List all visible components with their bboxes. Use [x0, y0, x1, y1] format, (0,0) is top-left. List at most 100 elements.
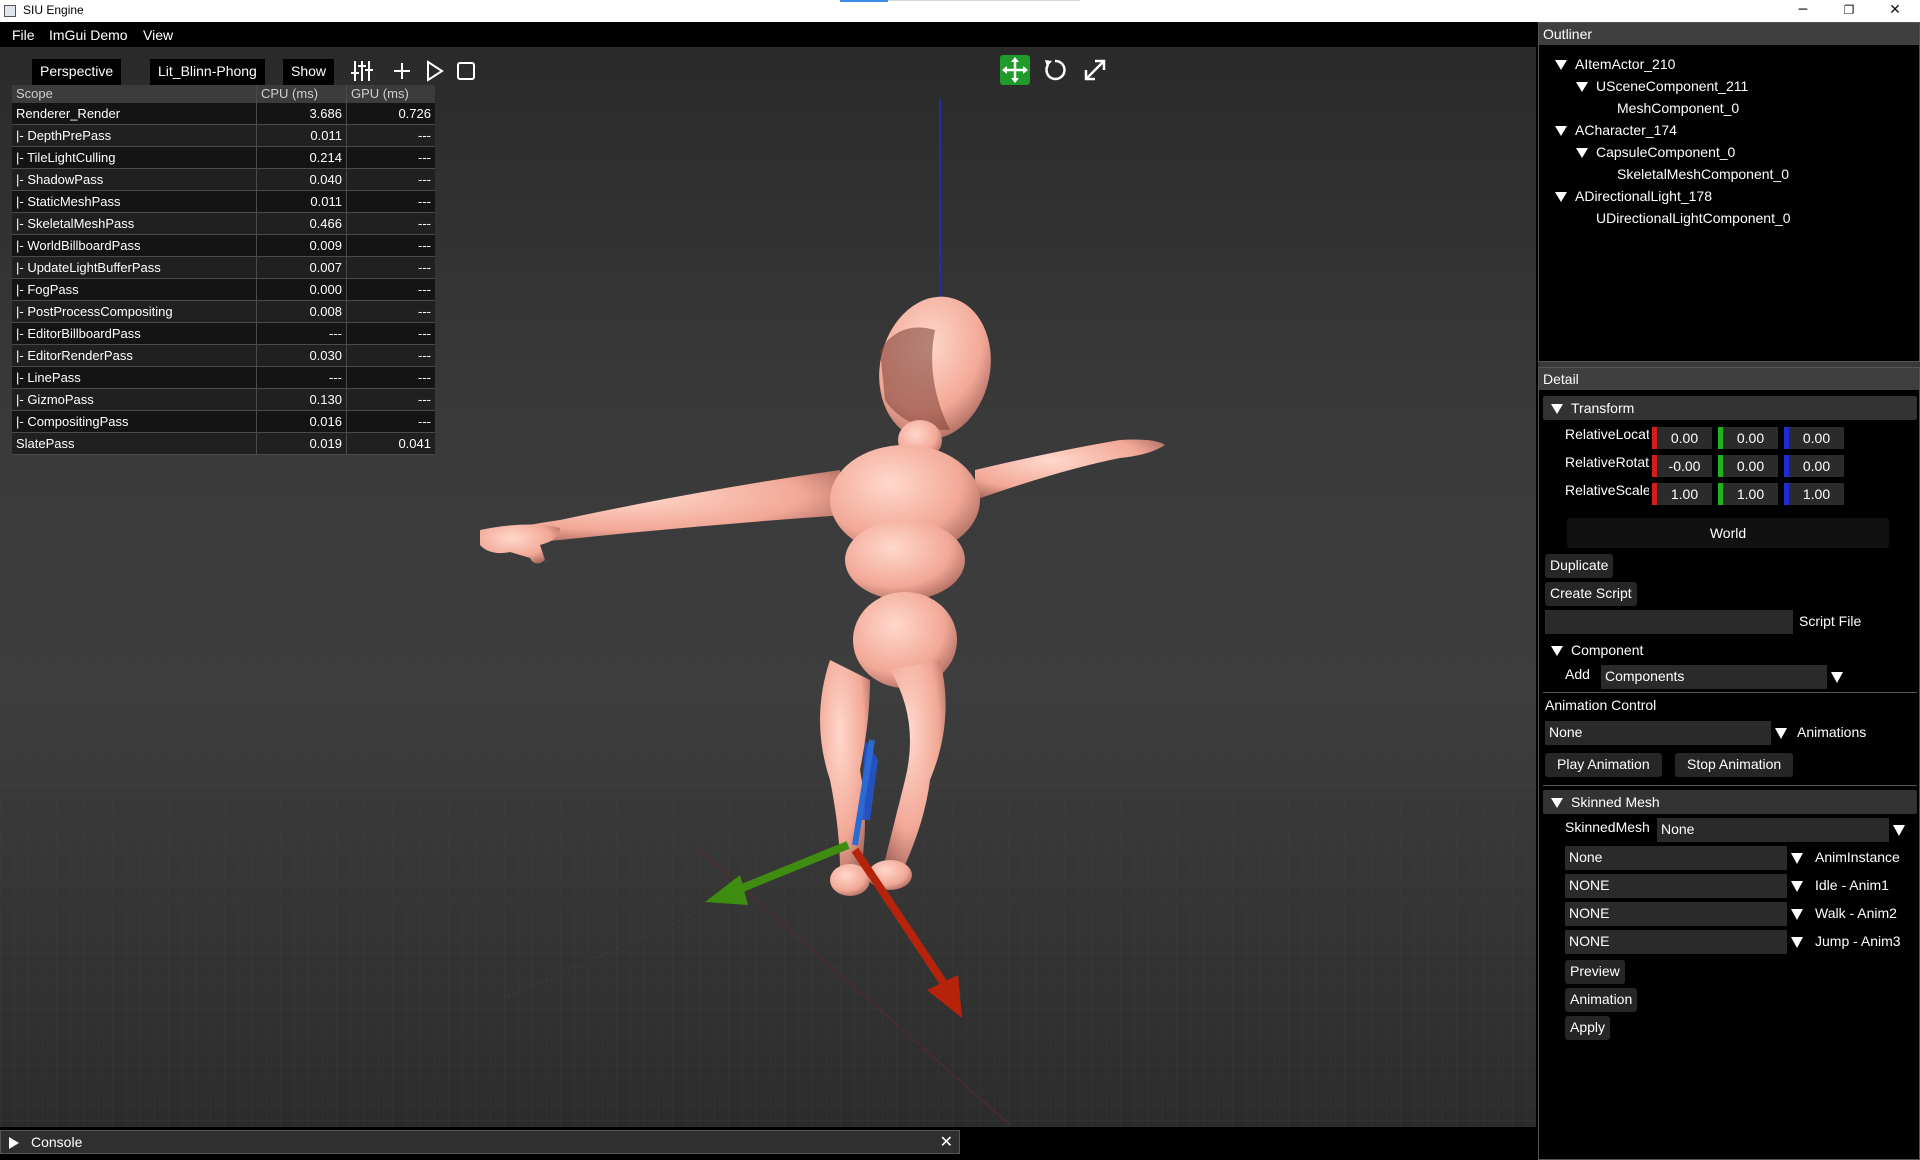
- header-gpu: GPU (ms): [351, 86, 409, 101]
- expand-console-icon[interactable]: [9, 1137, 19, 1149]
- cpu-cell: ---: [257, 367, 347, 388]
- expand-arrow-icon[interactable]: [1576, 148, 1588, 159]
- skinned-mesh-section-header[interactable]: Skinned Mesh: [1543, 790, 1917, 814]
- tree-item-label: MeshComponent_0: [1617, 100, 1740, 116]
- gpu-cell: ---: [418, 172, 431, 187]
- apply-button[interactable]: Apply: [1565, 1016, 1611, 1040]
- chevron-down-icon[interactable]: [1771, 721, 1791, 745]
- cpu-cell: 0.008: [257, 301, 347, 322]
- menu-file[interactable]: File: [12, 27, 35, 43]
- tree-item[interactable]: ADirectionalLight_178: [1555, 188, 1712, 204]
- expand-arrow-icon[interactable]: [1555, 192, 1567, 203]
- duplicate-button[interactable]: Duplicate: [1545, 554, 1614, 578]
- rotation-x-field[interactable]: -0.00: [1652, 455, 1712, 477]
- skinned-mesh-dropdown[interactable]: None: [1657, 818, 1889, 842]
- jump-anim-dropdown[interactable]: NONE: [1565, 930, 1787, 954]
- scope-cell: |- TileLightCulling: [12, 147, 257, 168]
- detail-title: Detail: [1539, 368, 1919, 390]
- scope-cell: |- CompositingPass: [12, 411, 257, 432]
- scale-z-field[interactable]: 1.00: [1784, 483, 1844, 505]
- expand-arrow-icon: [1551, 404, 1563, 415]
- gpu-cell: ---: [418, 348, 431, 363]
- chevron-down-icon[interactable]: [1787, 930, 1807, 954]
- restore-button[interactable]: ❐: [1826, 0, 1872, 22]
- table-row: |- StaticMeshPass 0.011 ---: [12, 191, 435, 213]
- tree-item-label: AItemActor_210: [1575, 56, 1676, 72]
- chevron-down-icon[interactable]: [1827, 665, 1847, 689]
- gpu-cell: ---: [418, 370, 431, 385]
- component-section-header[interactable]: Component: [1543, 638, 1917, 662]
- animation-button[interactable]: Animation: [1565, 988, 1638, 1012]
- script-file-input[interactable]: [1545, 610, 1793, 634]
- tree-item[interactable]: UDirectionalLightComponent_0: [1596, 210, 1791, 226]
- gpu-cell: ---: [418, 392, 431, 407]
- chevron-down-icon[interactable]: [1787, 874, 1807, 898]
- tab-shading-mode[interactable]: Lit_Blinn-Phong: [150, 59, 265, 85]
- table-row: |- ShadowPass 0.040 ---: [12, 169, 435, 191]
- gpu-cell: ---: [418, 128, 431, 143]
- cpu-cell: 0.009: [257, 235, 347, 256]
- expand-arrow-icon[interactable]: [1576, 82, 1588, 93]
- expand-arrow-icon[interactable]: [1555, 60, 1567, 71]
- table-row: |- GizmoPass 0.130 ---: [12, 389, 435, 411]
- transform-section-header[interactable]: Transform: [1543, 396, 1917, 420]
- world-space-button[interactable]: World: [1567, 518, 1889, 548]
- anim-instance-dropdown[interactable]: None: [1565, 846, 1787, 870]
- tree-item[interactable]: SkeletalMeshComponent_0: [1617, 166, 1789, 182]
- translate-tool-button[interactable]: [1000, 55, 1030, 85]
- chevron-down-icon[interactable]: [1889, 818, 1909, 842]
- scale-x-field[interactable]: 1.00: [1652, 483, 1712, 505]
- plus-icon[interactable]: [389, 58, 415, 84]
- menu-imgui-demo[interactable]: ImGui Demo: [49, 27, 128, 43]
- rotation-z-field[interactable]: 0.00: [1784, 455, 1844, 477]
- scope-cell: SlatePass: [12, 433, 257, 454]
- console-bar[interactable]: Console ✕: [0, 1130, 960, 1154]
- location-z-field[interactable]: 0.00: [1784, 427, 1844, 449]
- tree-item[interactable]: AItemActor_210: [1555, 56, 1675, 72]
- tree-item[interactable]: USceneComponent_211: [1576, 78, 1748, 94]
- gpu-cell: ---: [418, 326, 431, 341]
- add-component-dropdown[interactable]: Components: [1601, 665, 1827, 689]
- minimize-button[interactable]: ─: [1780, 0, 1826, 22]
- sliders-icon[interactable]: [349, 58, 375, 84]
- stop-animation-button[interactable]: Stop Animation: [1675, 753, 1794, 777]
- tree-item[interactable]: ACharacter_174: [1555, 122, 1677, 138]
- preview-button[interactable]: Preview: [1565, 960, 1625, 984]
- menu-view[interactable]: View: [143, 27, 173, 43]
- scale-y-field[interactable]: 1.00: [1718, 483, 1778, 505]
- stop-icon[interactable]: [453, 58, 479, 84]
- chevron-down-icon[interactable]: [1787, 846, 1807, 870]
- rotate-tool-button[interactable]: [1040, 55, 1070, 85]
- scope-cell: |- LinePass: [12, 367, 257, 388]
- tree-item[interactable]: CapsuleComponent_0: [1576, 144, 1735, 160]
- table-row: |- PostProcessCompositing 0.008 ---: [12, 301, 435, 323]
- profiler-stats-table: Scope CPU (ms) GPU (ms) Renderer_Render 3…: [12, 85, 435, 455]
- tree-item-label: ACharacter_174: [1575, 122, 1677, 138]
- gpu-cell: ---: [418, 194, 431, 209]
- app-icon: [4, 5, 16, 17]
- location-y-field[interactable]: 0.00: [1718, 427, 1778, 449]
- location-x-field[interactable]: 0.00: [1652, 427, 1712, 449]
- table-row: |- FogPass 0.000 ---: [12, 279, 435, 301]
- tree-item[interactable]: MeshComponent_0: [1617, 100, 1739, 116]
- animations-dropdown[interactable]: None: [1545, 721, 1771, 745]
- create-script-button[interactable]: Create Script: [1545, 582, 1637, 606]
- titlebar-accent: [840, 0, 888, 2]
- tree-item-label: SkeletalMeshComponent_0: [1617, 166, 1789, 182]
- detail-panel: Detail Transform RelativeLocation 0.00 0…: [1538, 367, 1920, 1160]
- tab-show[interactable]: Show: [283, 59, 335, 85]
- play-icon[interactable]: [421, 58, 447, 84]
- expand-arrow-icon[interactable]: [1555, 126, 1567, 137]
- close-icon[interactable]: ✕: [940, 1132, 953, 1152]
- rotation-y-field[interactable]: 0.00: [1718, 455, 1778, 477]
- play-animation-button[interactable]: Play Animation: [1545, 753, 1662, 777]
- chevron-down-icon[interactable]: [1787, 902, 1807, 926]
- scale-tool-button[interactable]: [1080, 55, 1110, 85]
- walk-anim-dropdown[interactable]: NONE: [1565, 902, 1787, 926]
- menu-bar: File ImGui Demo View: [0, 22, 1538, 47]
- idle-anim-dropdown[interactable]: NONE: [1565, 874, 1787, 898]
- tab-view-mode[interactable]: Perspective: [32, 59, 122, 85]
- outliner-title: Outliner: [1539, 23, 1919, 45]
- table-header: Scope CPU (ms) GPU (ms): [12, 85, 435, 103]
- close-button[interactable]: ✕: [1872, 0, 1918, 22]
